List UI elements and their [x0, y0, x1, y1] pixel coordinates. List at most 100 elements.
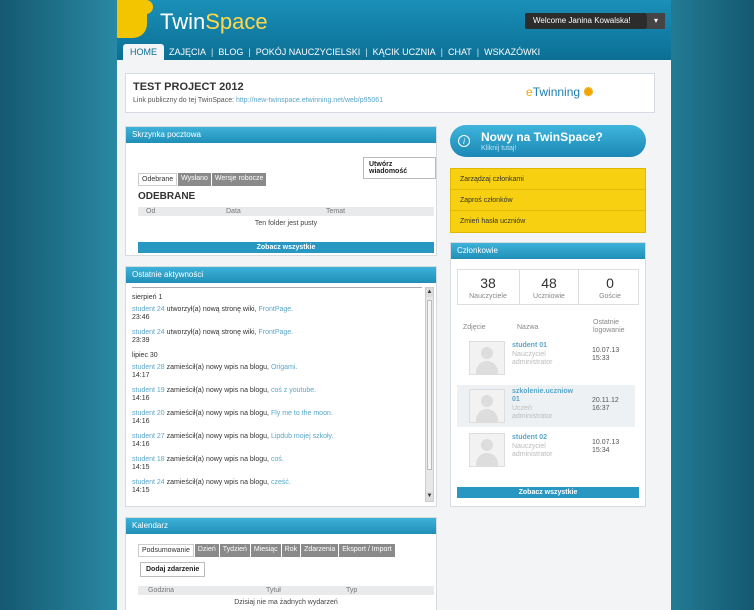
- member-role-admin: administrator: [512, 359, 553, 366]
- scroll-down-icon[interactable]: ▼: [426, 492, 433, 501]
- activity-user-link[interactable]: student 28: [132, 364, 165, 371]
- col-last-login: Ostatnie logowanie: [593, 319, 625, 334]
- member-row[interactable]: student 02 Nauczyciel administrator 10.0…: [457, 431, 635, 473]
- welcome-user-menu[interactable]: Welcome Janina Kowalska!: [525, 13, 647, 29]
- tab-events[interactable]: Zdarzenia: [301, 544, 339, 557]
- activity-time: 14:15: [132, 487, 150, 494]
- nav-pupils-corner[interactable]: KĄCIK UCZNIA: [368, 47, 441, 57]
- new-to-twinspace-button[interactable]: i Nowy na TwinSpace? Kliknij tutaj!: [450, 125, 646, 157]
- activity-user-link[interactable]: student 24: [132, 329, 165, 336]
- project-title: TEST PROJECT 2012: [133, 81, 244, 93]
- new-message-button[interactable]: Utwórz wiadomość: [363, 157, 436, 179]
- public-link-label: Link publiczny do tej TwinSpace:: [133, 97, 235, 104]
- member-row[interactable]: student 01 Nauczyciel administrator 10.0…: [457, 339, 635, 381]
- project-header: TEST PROJECT 2012 Link publiczny do tej …: [125, 73, 655, 113]
- nav-teachers-room[interactable]: POKÓJ NAUCZYCIELSKI: [251, 47, 366, 57]
- stat-teachers[interactable]: 38 Nauczyciele: [458, 270, 518, 300]
- avatar[interactable]: [469, 433, 505, 467]
- twinspace-logo[interactable]: TwinSpace: [160, 9, 268, 35]
- calendar-empty-text: Dzisiaj nie ma żadnych wydarzeń: [234, 599, 338, 606]
- col-name: Nazwa: [517, 324, 539, 331]
- nav-chat[interactable]: CHAT: [443, 47, 477, 57]
- etwinning-text: Twinning: [532, 85, 581, 99]
- activity-time: 14:17: [132, 372, 150, 379]
- col-type: Typ: [346, 587, 358, 594]
- activity-user-link[interactable]: student 24: [132, 306, 165, 313]
- public-link-url[interactable]: http://new-twinspace.etwinning.net/web/p…: [236, 97, 383, 104]
- invite-members-link[interactable]: Zaproś członków: [451, 190, 645, 211]
- avatar[interactable]: [469, 389, 505, 423]
- members-see-all-button[interactable]: Zobacz wszystkie: [457, 487, 639, 498]
- new-box-title: Nowy na TwinSpace?: [481, 130, 603, 144]
- activity-target-link[interactable]: Fly me to the moon.: [271, 410, 333, 417]
- nav-home[interactable]: HOME: [123, 44, 164, 60]
- activity-target-link[interactable]: coś z youtube.: [271, 387, 316, 394]
- member-row[interactable]: szkolenie.uczniow 01 Uczeń administrator…: [457, 385, 635, 427]
- activity-user-link[interactable]: student 27: [132, 433, 165, 440]
- activity-user-link[interactable]: student 18: [132, 456, 165, 463]
- tab-day[interactable]: Dzień: [194, 544, 219, 557]
- activity-date-header: sierpień 1: [132, 294, 163, 301]
- logo-text-twin: Twin: [160, 9, 206, 34]
- activity-scrollbar[interactable]: ▲ ▼: [425, 287, 434, 502]
- activity-item: student 24 zamieścił(a) nowy wpis na blo…: [132, 479, 422, 495]
- activity-time: 14:16: [132, 395, 150, 402]
- stat-guests[interactable]: 0 Goście: [580, 270, 640, 300]
- activity-target-link[interactable]: Origami.: [271, 364, 297, 371]
- scroll-up-icon[interactable]: ▲: [426, 288, 433, 297]
- tab-week[interactable]: Tydzień: [219, 544, 250, 557]
- activity-item: student 27 zamieścił(a) nowy wpis na blo…: [132, 433, 422, 449]
- activity-target-link[interactable]: FrontPage.: [258, 306, 293, 313]
- manage-members-link[interactable]: Zarządzaj członkami: [451, 169, 645, 190]
- chevron-down-icon[interactable]: ▾: [647, 13, 665, 29]
- etwinning-logo[interactable]: eTwinning ✺: [526, 85, 593, 99]
- pupils-label: Uczniowie: [533, 293, 565, 300]
- mailbox-see-all-button[interactable]: Zobacz wszystkie: [138, 242, 434, 253]
- activity-target-link[interactable]: Lipdub mojej szkoły.: [271, 433, 334, 440]
- tab-drafts[interactable]: Wersje robocze: [211, 173, 267, 186]
- activity-date-header: lipiec 30: [132, 352, 158, 359]
- stat-pupils[interactable]: 48 Uczniowie: [519, 270, 579, 304]
- avatar[interactable]: [469, 341, 505, 375]
- activity-target-link[interactable]: coś.: [271, 456, 284, 463]
- nav-blog[interactable]: BLOG: [213, 47, 248, 57]
- activity-user-link[interactable]: student 24: [132, 479, 165, 486]
- scroll-thumb[interactable]: [427, 300, 432, 470]
- recent-activity-title: Ostatnie aktywności: [126, 267, 436, 283]
- nav-zajecia[interactable]: ZAJĘCIA: [164, 47, 211, 57]
- member-name[interactable]: student 01: [512, 342, 582, 350]
- add-event-button[interactable]: Dodaj zdarzenie: [140, 562, 206, 577]
- col-hour: Godzina: [148, 587, 175, 594]
- member-name[interactable]: student 02: [512, 434, 582, 442]
- tab-month[interactable]: Miesiąc: [250, 544, 281, 557]
- tab-year[interactable]: Rok: [281, 544, 301, 557]
- member-role-admin: administrator: [512, 451, 553, 458]
- tab-summary[interactable]: Podsumowanie: [138, 544, 194, 557]
- activity-time: 23:46: [132, 314, 150, 321]
- member-role: Uczeń: [512, 405, 532, 412]
- info-icon: i: [458, 135, 470, 147]
- calendar-panel: Kalendarz Podsumowanie Dzień Tydzień Mie…: [125, 517, 437, 610]
- tab-received[interactable]: Odebrane: [138, 173, 178, 186]
- activity-item: student 28 zamieścił(a) nowy wpis na blo…: [132, 364, 422, 380]
- activity-list[interactable]: sierpień 1 student 24 utworzył(a) nową st…: [132, 287, 422, 502]
- activity-target-link[interactable]: cześć.: [271, 479, 291, 486]
- tab-sent[interactable]: Wysłano: [178, 173, 211, 186]
- recent-activity-panel: Ostatnie aktywności sierpień 1 student 24…: [125, 266, 437, 507]
- tab-export-import[interactable]: Eksport / Import: [339, 544, 395, 557]
- members-title: Członkowie: [451, 243, 645, 259]
- member-login-time: 15:33: [592, 355, 610, 362]
- activity-action-text: utworzył(a) nową stronę wiki,: [166, 306, 257, 313]
- guests-count: 0: [606, 275, 614, 291]
- col-title: Tytuł: [266, 587, 281, 594]
- calendar-title: Kalendarz: [126, 518, 436, 534]
- header: TwinSpace Welcome Janina Kowalska! ▾ HOM…: [117, 0, 671, 60]
- member-name[interactable]: szkolenie.uczniow 01: [512, 388, 582, 404]
- activity-target-link[interactable]: FrontPage.: [258, 329, 293, 336]
- activity-action-text: zamieścił(a) nowy wpis na blogu,: [166, 479, 269, 486]
- nav-guidelines[interactable]: WSKAZÓWKI: [479, 47, 545, 57]
- col-photo: Zdjęcie: [463, 324, 486, 331]
- activity-user-link[interactable]: student 20: [132, 410, 165, 417]
- activity-user-link[interactable]: student 19: [132, 387, 165, 394]
- change-pupil-passwords-link[interactable]: Zmień hasła uczniów: [451, 211, 645, 232]
